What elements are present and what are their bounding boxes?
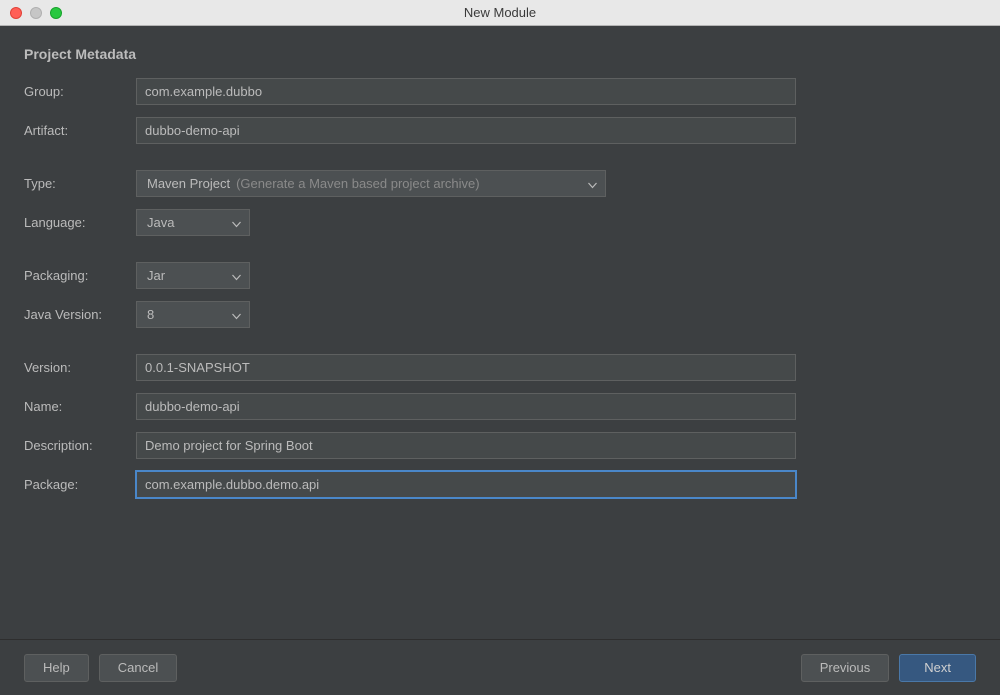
version-row: Version: (24, 354, 976, 381)
description-input[interactable] (136, 432, 796, 459)
chevron-down-icon (588, 176, 597, 191)
name-label: Name: (24, 399, 136, 414)
java-version-label: Java Version: (24, 307, 136, 322)
minimize-window-button[interactable] (30, 7, 42, 19)
version-label: Version: (24, 360, 136, 375)
footer-right: Previous Next (801, 654, 976, 682)
type-dropdown[interactable]: Maven Project (Generate a Maven based pr… (136, 170, 606, 197)
name-row: Name: (24, 393, 976, 420)
window-title: New Module (464, 5, 536, 20)
chevron-down-icon (232, 268, 241, 283)
close-window-button[interactable] (10, 7, 22, 19)
previous-button[interactable]: Previous (801, 654, 890, 682)
type-value: Maven Project (147, 176, 230, 191)
name-input[interactable] (136, 393, 796, 420)
packaging-label: Packaging: (24, 268, 136, 283)
artifact-input[interactable] (136, 117, 796, 144)
form-content: Project Metadata Group: Artifact: Type: … (0, 26, 1000, 639)
window-controls (0, 7, 62, 19)
footer-left: Help Cancel (24, 654, 177, 682)
cancel-button[interactable]: Cancel (99, 654, 177, 682)
version-input[interactable] (136, 354, 796, 381)
java-version-value: 8 (147, 307, 154, 322)
titlebar: New Module (0, 0, 1000, 26)
type-label: Type: (24, 176, 136, 191)
group-row: Group: (24, 78, 976, 105)
section-title: Project Metadata (24, 46, 976, 62)
packaging-dropdown[interactable]: Jar (136, 262, 250, 289)
java-version-dropdown[interactable]: 8 (136, 301, 250, 328)
next-button[interactable]: Next (899, 654, 976, 682)
artifact-row: Artifact: (24, 117, 976, 144)
packaging-value: Jar (147, 268, 165, 283)
chevron-down-icon (232, 307, 241, 322)
artifact-label: Artifact: (24, 123, 136, 138)
type-row: Type: Maven Project (Generate a Maven ba… (24, 170, 976, 197)
package-label: Package: (24, 477, 136, 492)
java-version-row: Java Version: 8 (24, 301, 976, 328)
language-label: Language: (24, 215, 136, 230)
description-label: Description: (24, 438, 136, 453)
package-input[interactable] (136, 471, 796, 498)
language-value: Java (147, 215, 174, 230)
type-hint: (Generate a Maven based project archive) (236, 176, 480, 191)
language-dropdown[interactable]: Java (136, 209, 250, 236)
language-row: Language: Java (24, 209, 976, 236)
group-label: Group: (24, 84, 136, 99)
package-row: Package: (24, 471, 976, 498)
packaging-row: Packaging: Jar (24, 262, 976, 289)
group-input[interactable] (136, 78, 796, 105)
maximize-window-button[interactable] (50, 7, 62, 19)
description-row: Description: (24, 432, 976, 459)
chevron-down-icon (232, 215, 241, 230)
help-button[interactable]: Help (24, 654, 89, 682)
footer: Help Cancel Previous Next (0, 639, 1000, 695)
